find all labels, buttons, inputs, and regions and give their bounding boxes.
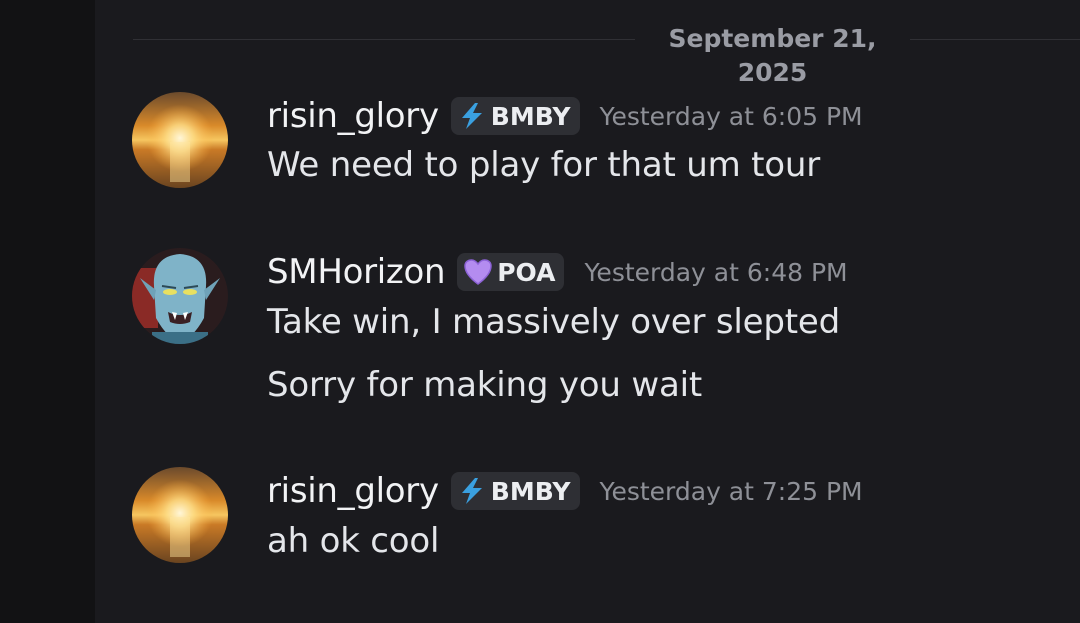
message-text: We need to play for that um tour xyxy=(267,145,821,185)
lightning-icon xyxy=(461,103,482,129)
message-header: risin_glory BMBY Yesterday at 6:05 PM xyxy=(267,92,863,140)
date-divider-label: September 21, 2025 xyxy=(635,22,910,90)
date-divider-line xyxy=(133,39,1080,40)
message-text: ah ok cool xyxy=(267,521,440,561)
username[interactable]: risin_glory xyxy=(267,471,439,511)
avatar-risin-glory[interactable] xyxy=(132,467,228,563)
message-text: Sorry for making you wait xyxy=(267,365,702,405)
message-header: risin_glory BMBY Yesterday at 7:25 PM xyxy=(267,467,863,515)
lightning-icon xyxy=(461,478,482,504)
sunset-avatar-image xyxy=(132,92,228,188)
guild-tag-label: BMBY xyxy=(490,101,571,131)
guild-tag-label: BMBY xyxy=(490,476,571,506)
avatar-smhorizon[interactable] xyxy=(132,248,228,344)
username[interactable]: SMHorizon xyxy=(267,252,446,292)
timestamp[interactable]: Yesterday at 6:48 PM xyxy=(584,258,847,287)
guild-tag[interactable]: BMBY xyxy=(450,472,580,510)
username[interactable]: risin_glory xyxy=(267,96,439,136)
message-text: Take win, I massively over slepted xyxy=(267,302,840,342)
sunset-avatar-image xyxy=(132,467,228,563)
timestamp[interactable]: Yesterday at 6:05 PM xyxy=(600,102,863,131)
guild-tag[interactable]: POA xyxy=(457,253,565,291)
vampire-avatar-image xyxy=(132,248,228,344)
message-header: SMHorizon POA Yesterday at 6:48 PM xyxy=(267,248,848,296)
guild-tag[interactable]: BMBY xyxy=(450,97,580,135)
timestamp[interactable]: Yesterday at 7:25 PM xyxy=(600,477,863,506)
avatar-risin-glory[interactable] xyxy=(132,92,228,188)
left-panel-edge xyxy=(0,0,95,623)
chat-message-list[interactable]: September 21, 2025 risin_glory BMBY Yest… xyxy=(95,0,1080,623)
purple-heart-icon xyxy=(464,259,492,285)
guild-tag-label: POA xyxy=(497,257,556,287)
